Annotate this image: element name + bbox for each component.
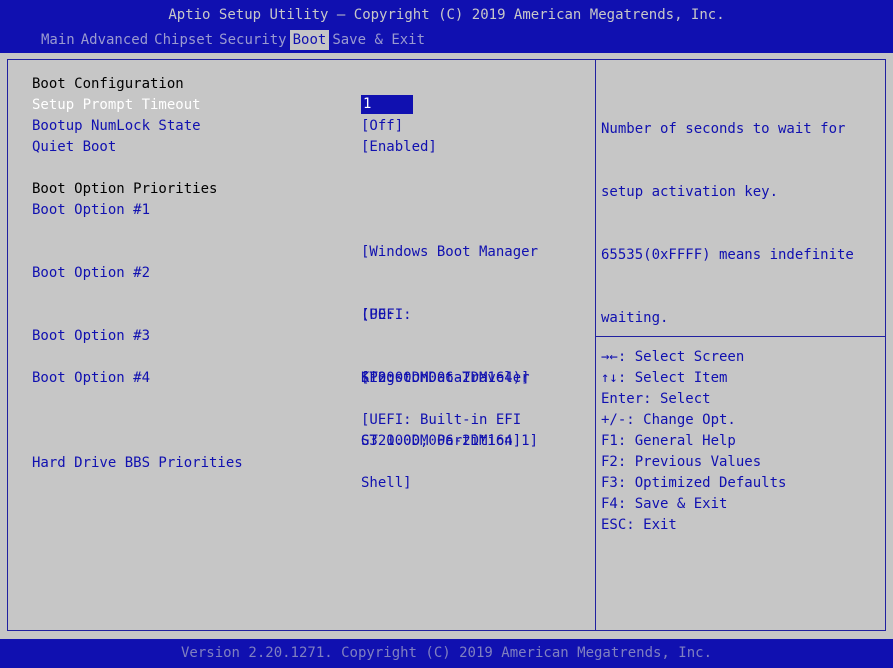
- value-line: [UEFI: Built-in EFI: [361, 412, 522, 428]
- tab-save-exit[interactable]: Save & Exit: [329, 30, 428, 50]
- quiet-boot-value[interactable]: [Enabled]: [361, 137, 437, 158]
- tab-security[interactable]: Security: [216, 30, 289, 50]
- key-f2: F2: Previous Values: [601, 454, 762, 470]
- tab-chipset[interactable]: Chipset: [151, 30, 216, 50]
- tab-main[interactable]: Main: [38, 30, 78, 50]
- help-text: Number of seconds to wait for setup acti…: [601, 77, 854, 350]
- tab-bar: Main Advanced Chipset Security Boot Save…: [38, 30, 428, 50]
- boot-option-4-label[interactable]: Boot Option #4: [32, 368, 150, 389]
- bootup-numlock-value[interactable]: [Off]: [361, 116, 403, 137]
- boot-configuration-heading: Boot Configuration: [32, 76, 184, 92]
- boot-option-1-label[interactable]: Boot Option #1: [32, 200, 150, 221]
- header-bar: Aptio Setup Utility – Copyright (C) 2019…: [0, 0, 893, 53]
- help-line: waiting.: [601, 310, 669, 326]
- hard-drive-bbs-priorities-link[interactable]: Hard Drive BBS Priorities: [32, 453, 243, 474]
- value-line: [UEFI:: [361, 307, 412, 323]
- help-line: Number of seconds to wait for: [601, 121, 846, 137]
- key-enter: Enter: Select: [601, 391, 711, 407]
- footer-bar: Version 2.20.1271. Copyright (C) 2019 Am…: [0, 639, 893, 668]
- value-line: Shell]: [361, 475, 412, 491]
- help-line: setup activation key.: [601, 184, 779, 200]
- setup-prompt-timeout-input[interactable]: 1: [361, 95, 413, 114]
- boot-option-2-label[interactable]: Boot Option #2: [32, 263, 150, 284]
- boot-option-4-value[interactable]: [UEFI: Built-in EFI Shell]: [361, 368, 521, 536]
- tab-boot[interactable]: Boot: [289, 30, 330, 50]
- tab-advanced[interactable]: Advanced: [78, 30, 151, 50]
- key-f4: F4: Save & Exit: [601, 496, 728, 512]
- key-esc: ESC: Exit: [601, 517, 677, 533]
- key-select-screen: →←: Select Screen: [601, 349, 745, 365]
- panel-divider: [595, 59, 596, 631]
- key-select-item: ↑↓: Select Item: [601, 370, 728, 386]
- bootup-numlock-label[interactable]: Bootup NumLock State: [32, 116, 201, 137]
- key-f1: F1: General Help: [601, 433, 736, 449]
- key-legend: →←: Select Screen ↑↓: Select Item Enter:…: [601, 347, 786, 536]
- key-f3: F3: Optimized Defaults: [601, 475, 787, 491]
- help-line: 65535(0xFFFF) means indefinite: [601, 247, 854, 263]
- boot-option-priorities-heading: Boot Option Priorities: [32, 181, 218, 197]
- app-title: Aptio Setup Utility – Copyright (C) 2019…: [168, 7, 725, 23]
- boot-option-3-label[interactable]: Boot Option #3: [32, 326, 150, 347]
- setup-prompt-timeout-label[interactable]: Setup Prompt Timeout: [32, 95, 201, 116]
- value-line: [Windows Boot Manager: [361, 244, 539, 260]
- quiet-boot-label[interactable]: Quiet Boot: [32, 137, 116, 158]
- key-change-opt: +/-: Change Opt.: [601, 412, 736, 428]
